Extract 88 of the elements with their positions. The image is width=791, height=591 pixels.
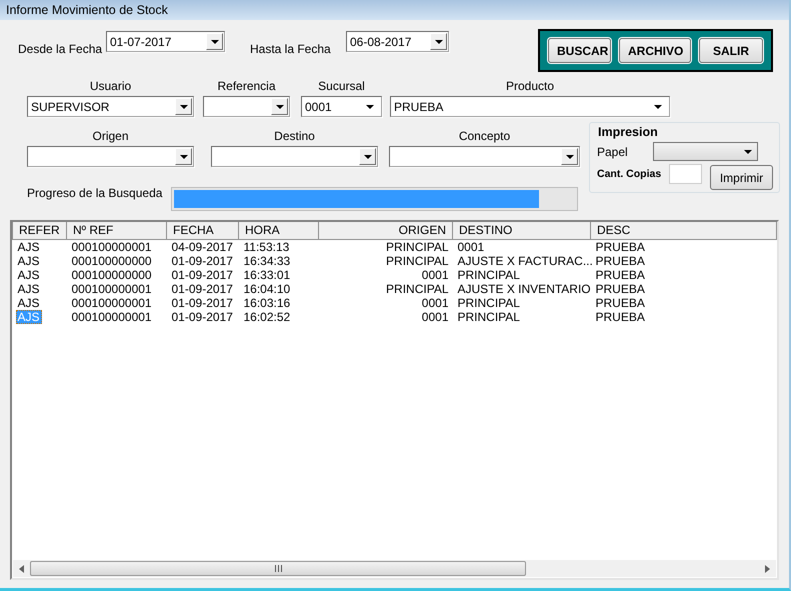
column-header[interactable]: ORIGEN	[318, 222, 452, 239]
table-cell: PRUEBA	[596, 254, 645, 268]
table-cell: 16:02:52	[244, 310, 290, 324]
table-cell: 000100000000	[72, 254, 152, 268]
field-label: Destino	[273, 129, 316, 143]
dropdown-button[interactable]	[206, 33, 223, 50]
dropdown-button[interactable]	[271, 98, 288, 115]
dropdown[interactable]: 0001	[301, 96, 382, 117]
table-cell: PRINCIPAL	[458, 296, 520, 310]
table-cell: 01-09-2017	[172, 254, 233, 268]
progress-label: Progreso de la Busqueda	[27, 186, 164, 200]
table-cell: AJS	[18, 254, 40, 268]
action-button[interactable]: ARCHIVO	[619, 38, 691, 63]
table-cell: AJS	[18, 268, 40, 282]
table-cell: 0001	[422, 310, 448, 324]
column-header[interactable]: REFER	[12, 222, 66, 239]
table-cell: 16:03:16	[244, 296, 290, 310]
table-cell: PRINCIPAL	[458, 310, 520, 324]
field-label: Referencia	[216, 79, 277, 93]
table-cell: PRINCIPAL	[386, 254, 448, 268]
table-cell: 01-09-2017	[172, 310, 233, 324]
action-button[interactable]: SALIR	[699, 38, 763, 63]
field-label: Sucursal	[317, 79, 366, 93]
table-cell: PRUEBA	[596, 268, 645, 282]
print-button[interactable]: Imprimir	[710, 165, 773, 190]
window-title: Informe Movimiento de Stock	[0, 0, 789, 20]
table-cell: 11:53:13	[244, 240, 290, 254]
grip-icon	[274, 565, 282, 572]
table-cell: 16:34:33	[244, 254, 290, 268]
copies-field[interactable]	[669, 164, 702, 184]
table-cell: PRUEBA	[596, 310, 645, 324]
table-cell: 000100000001	[72, 282, 152, 296]
dropdown[interactable]	[27, 146, 194, 167]
column-header[interactable]: DESC	[590, 222, 776, 239]
field-label: Origen	[91, 129, 130, 143]
date-from-label: Desde la Fecha	[18, 42, 104, 56]
date-picker[interactable]: 01-07-2017	[106, 31, 225, 52]
dropdown[interactable]: SUPERVISOR	[27, 96, 194, 117]
date-picker[interactable]: 06-08-2017	[346, 31, 449, 52]
horizontal-scrollbar[interactable]	[13, 560, 776, 577]
field-label: Usuario	[88, 79, 132, 93]
table-cell: 04-09-2017	[172, 240, 233, 254]
table-cell: PRUEBA	[596, 296, 645, 310]
dropdown-button[interactable]	[561, 148, 578, 165]
scroll-thumb[interactable]	[30, 561, 526, 576]
table-cell: PRINCIPAL	[386, 282, 448, 296]
table-cell: AJS	[18, 282, 40, 296]
paper-label: Papel	[597, 144, 629, 158]
table-cell: 0001	[422, 296, 448, 310]
column-header[interactable]: Nº REF	[66, 222, 166, 239]
dropdown-button[interactable]	[175, 98, 192, 115]
dropdown-button[interactable]	[359, 148, 376, 165]
dropdown[interactable]	[203, 96, 290, 117]
table-cell: PRINCIPAL	[386, 240, 448, 254]
table-cell: AJS	[18, 296, 40, 310]
table-cell: 01-09-2017	[172, 268, 233, 282]
table-cell: AJUSTE X INVENTARIO	[458, 282, 591, 296]
table-cell: 000100000001	[72, 240, 152, 254]
copies-label: Cant. Copias	[597, 167, 662, 181]
date-to-label: Hasta la Fecha	[250, 42, 332, 56]
dropdown[interactable]: PRUEBA	[390, 96, 670, 117]
field-label: Producto	[504, 79, 556, 93]
column-header[interactable]: HORA	[238, 222, 318, 239]
column-header[interactable]: FECHA	[166, 222, 238, 239]
dropdown[interactable]	[211, 146, 378, 167]
table-cell: 0001	[422, 268, 448, 282]
group-title: Impresion	[597, 125, 659, 139]
field-label: Concepto	[458, 129, 512, 143]
action-button[interactable]: BUSCAR	[548, 38, 611, 63]
table-cell: AJUSTE X FACTURAC...	[458, 254, 593, 268]
table-cell: 0001	[458, 240, 484, 254]
table-cell: AJS	[18, 240, 40, 254]
table-cell: 01-09-2017	[172, 282, 233, 296]
dropdown-arrow-icon	[744, 150, 752, 154]
table-cell: 01-09-2017	[172, 296, 233, 310]
dropdown[interactable]	[389, 146, 580, 167]
dropdown-button[interactable]	[430, 33, 447, 50]
table-cell: 000100000001	[72, 310, 152, 324]
table-cell: PRINCIPAL	[458, 268, 520, 282]
dropdown-button[interactable]	[175, 148, 192, 165]
table-cell: PRUEBA	[596, 240, 645, 254]
table-cell: 000100000000	[72, 268, 152, 282]
table-cell: 000100000001	[72, 296, 152, 310]
table-cell: 16:04:10	[244, 282, 290, 296]
paper-dropdown[interactable]	[653, 142, 758, 161]
table-cell: PRUEBA	[596, 282, 645, 296]
table-cell: 16:33:01	[244, 268, 290, 282]
column-header[interactable]: DESTINO	[452, 222, 590, 239]
